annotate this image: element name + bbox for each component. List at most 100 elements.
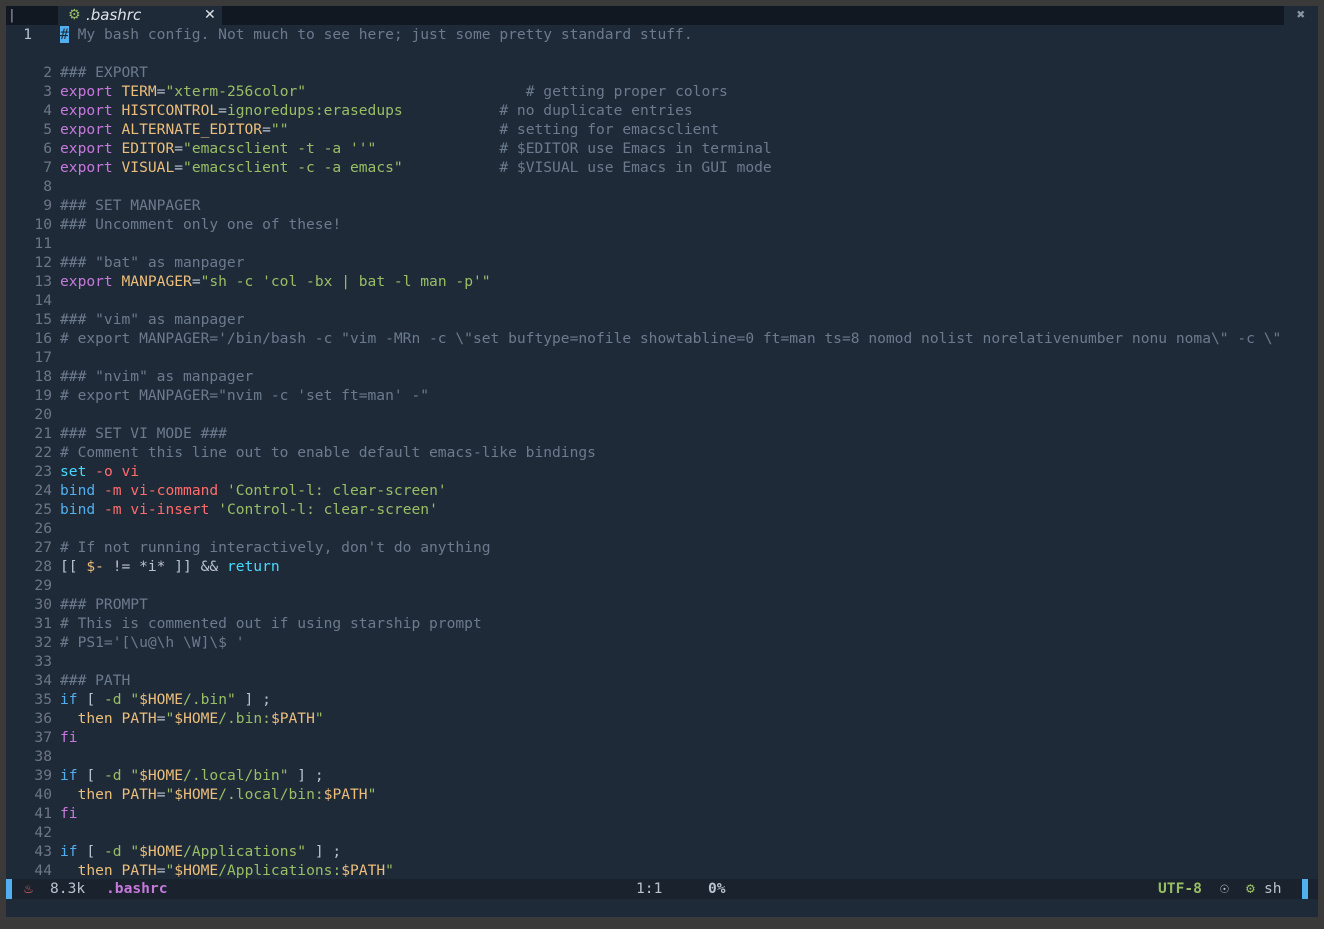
code-line[interactable]: 7 export VISUAL="emacsclient -c -a emacs"…	[6, 158, 1318, 177]
code-token: vi-insert	[130, 501, 210, 518]
code-line[interactable]: 19 # export MANPAGER="nvim -c 'set ft=man…	[6, 386, 1318, 405]
encoding[interactable]: UTF-8	[1158, 879, 1202, 899]
gear-icon: ⚙	[68, 7, 81, 23]
code-token: -d	[103, 843, 122, 860]
line-number: 17	[34, 349, 52, 366]
code-line[interactable]: 25 bind -m vi-insert 'Control-l: clear-sc…	[6, 500, 1318, 519]
line-code: export ALTERNATE_EDITOR="" # setting for…	[60, 120, 719, 139]
line-number: 27	[34, 539, 52, 556]
code-token: 'Control-l: clear-screen'	[227, 482, 447, 499]
code-line[interactable]: 6 export EDITOR="emacsclient -t -a ''" # …	[6, 139, 1318, 158]
code-line[interactable]: 1 # My bash config. Not much to see here;…	[6, 25, 1318, 44]
code-editor[interactable]: 1 # My bash config. Not much to see here;…	[6, 25, 1318, 879]
code-line[interactable]: 27 # If not running interactively, don't …	[6, 538, 1318, 557]
code-line[interactable]	[6, 44, 1318, 63]
line-number: 31	[34, 615, 52, 632]
line-number: 14	[34, 292, 52, 309]
code-line[interactable]: 5 export ALTERNATE_EDITOR="" # setting fo…	[6, 120, 1318, 139]
line-code: bind -m vi-insert 'Control-l: clear-scre…	[60, 500, 438, 519]
code-line[interactable]: 37 fi	[6, 728, 1318, 747]
code-line[interactable]: 13 export MANPAGER="sh -c 'col -bx | bat …	[6, 272, 1318, 291]
code-line[interactable]: 22 # Comment this line out to enable defa…	[6, 443, 1318, 462]
line-code: ### PROMPT	[60, 595, 148, 614]
line-number: 41	[34, 805, 52, 822]
code-line[interactable]: 41 fi	[6, 804, 1318, 823]
line-code: if [ -d "$HOME/.bin" ] ;	[60, 690, 271, 709]
code-line[interactable]: 18 ### "nvim" as manpager	[6, 367, 1318, 386]
code-token: "	[130, 767, 140, 784]
code-line[interactable]: 31 # This is commented out if using stars…	[6, 614, 1318, 633]
code-token: # export MANPAGER='/bin/bash -c "vim -MR…	[60, 330, 1282, 347]
tab-bashrc[interactable]: ⚙ .bashrc ✕	[58, 6, 222, 25]
code-token: =	[262, 121, 271, 138]
code-line[interactable]: 44 then PATH="$HOME/Applications:$PATH"	[6, 861, 1318, 879]
code-token: # getting proper colors	[525, 83, 728, 100]
code-token: if	[60, 843, 78, 860]
code-line[interactable]: 24 bind -m vi-command 'Control-l: clear-s…	[6, 481, 1318, 500]
code-line[interactable]: 23 set -o vi	[6, 462, 1318, 481]
code-line[interactable]: 11	[6, 234, 1318, 253]
code-line[interactable]: 38	[6, 747, 1318, 766]
code-line[interactable]: 43 if [ -d "$HOME/Applications" ] ;	[6, 842, 1318, 861]
code-line[interactable]: 16 # export MANPAGER='/bin/bash -c "vim -…	[6, 329, 1318, 348]
code-line[interactable]: 35 if [ -d "$HOME/.bin" ] ;	[6, 690, 1318, 709]
code-token: "	[314, 710, 324, 727]
code-line[interactable]: 32 # PS1='[\u@\h \W]\$ '	[6, 633, 1318, 652]
buffer-name[interactable]: .bashrc	[106, 879, 168, 899]
line-code: ### "bat" as manpager	[60, 253, 245, 272]
code-token: -o	[95, 463, 113, 480]
code-line[interactable]: 36 then PATH="$HOME/.bin:$PATH"	[6, 709, 1318, 728]
code-token: fi	[60, 805, 78, 822]
major-mode[interactable]: sh	[1264, 879, 1282, 899]
code-line[interactable]: 26	[6, 519, 1318, 538]
code-line[interactable]: 29	[6, 576, 1318, 595]
code-line[interactable]: 12 ### "bat" as manpager	[6, 253, 1318, 272]
code-line[interactable]: 33	[6, 652, 1318, 671]
code-token: # export MANPAGER="nvim -c 'set ft=man' …	[60, 387, 430, 404]
code-line[interactable]: 34 ### PATH	[6, 671, 1318, 690]
code-token: $HOME	[174, 710, 219, 727]
code-token: HISTCONTROL	[121, 102, 219, 119]
code-line[interactable]: 20	[6, 405, 1318, 424]
code-line[interactable]: 4 export HISTCONTROL=ignoredups:erasedups…	[6, 101, 1318, 120]
code-line[interactable]: 14	[6, 291, 1318, 310]
line-number: 44	[34, 862, 52, 879]
code-line[interactable]: 15 ### "vim" as manpager	[6, 310, 1318, 329]
code-line[interactable]: 30 ### PROMPT	[6, 595, 1318, 614]
code-token: "xterm-256color"	[165, 83, 307, 100]
code-line[interactable]: 3 export TERM="xterm-256color" # getting …	[6, 82, 1318, 101]
code-line[interactable]: 40 then PATH="$HOME/.local/bin:$PATH"	[6, 785, 1318, 804]
line-code: if [ -d "$HOME/.local/bin" ] ;	[60, 766, 324, 785]
code-token: ignoredups:erasedups	[226, 102, 403, 119]
modeline: ♨ 8.3k .bashrc 1:1 0% UTF-8 ☉ ⚙ sh	[6, 879, 1318, 899]
close-tab-icon[interactable]: ✕	[204, 6, 216, 25]
code-line[interactable]: 8	[6, 177, 1318, 196]
line-code: # Comment this line out to enable defaul…	[60, 443, 596, 462]
code-line[interactable]: 17	[6, 348, 1318, 367]
code-line[interactable]: 10 ### Uncomment only one of these!	[6, 215, 1318, 234]
linux-icon: ☉	[1220, 880, 1229, 897]
code-line[interactable]: 2 ### EXPORT	[6, 63, 1318, 82]
code-line[interactable]: 42	[6, 823, 1318, 842]
code-token: [	[77, 843, 104, 860]
code-line[interactable]: 21 ### SET VI MODE ###	[6, 424, 1318, 443]
code-token: TERM	[121, 83, 157, 100]
cursor-position[interactable]: 1:1	[636, 879, 662, 899]
line-number: 38	[34, 748, 52, 765]
code-token: ALTERNATE_EDITOR	[121, 121, 263, 138]
code-line[interactable]: 9 ### SET MANPAGER	[6, 196, 1318, 215]
line-code: ### Uncomment only one of these!	[60, 215, 341, 234]
code-token: PATH	[121, 862, 157, 879]
code-line[interactable]: 28 [[ $- != *i* ]] && return	[6, 557, 1318, 576]
close-all-icon[interactable]: ✖	[1284, 6, 1318, 25]
code-line[interactable]: 39 if [ -d "$HOME/.local/bin" ] ;	[6, 766, 1318, 785]
